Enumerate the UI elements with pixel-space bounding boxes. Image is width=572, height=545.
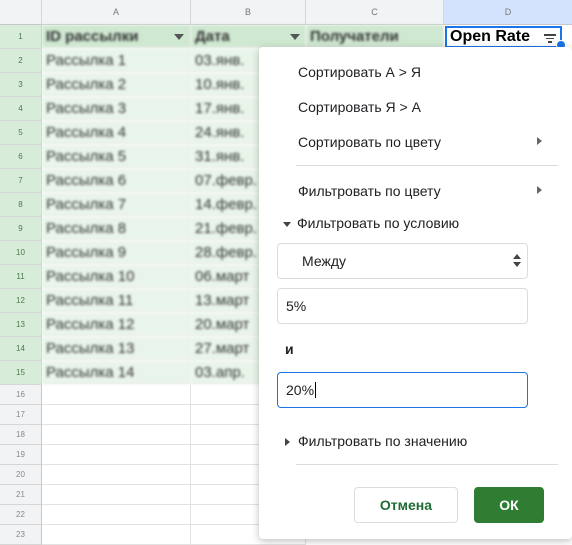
ok-button[interactable]: ОК: [474, 487, 544, 523]
column-header-c[interactable]: C: [306, 0, 444, 25]
table-cell-id[interactable]: Рассылка 5: [42, 145, 191, 168]
row-number[interactable]: 12: [0, 289, 42, 313]
row-number[interactable]: 21: [0, 485, 42, 505]
row-number[interactable]: 11: [0, 265, 42, 289]
table-cell-id[interactable]: Рассылка 10: [42, 265, 191, 288]
row-number[interactable]: 10: [0, 241, 42, 265]
row-number[interactable]: 5: [0, 121, 42, 145]
empty-cell[interactable]: [42, 445, 191, 465]
table-cell-id[interactable]: Рассылка 3: [42, 97, 191, 120]
row-number[interactable]: 22: [0, 505, 42, 525]
empty-cell[interactable]: [42, 425, 191, 445]
empty-cell[interactable]: [42, 485, 191, 505]
submenu-arrow-icon: [537, 137, 542, 145]
filter-by-color-item[interactable]: Фильтровать по цвету: [298, 183, 441, 199]
row-number[interactable]: 19: [0, 445, 42, 465]
to-value: 20%: [286, 382, 315, 398]
corner-cell[interactable]: [0, 0, 42, 25]
table-cell-id[interactable]: Рассылка 14: [42, 361, 191, 384]
table-cell-id[interactable]: Рассылка 6: [42, 169, 191, 192]
row-number[interactable]: 1: [0, 25, 42, 49]
column-header-d[interactable]: D: [444, 0, 572, 25]
condition-select[interactable]: Между: [277, 243, 528, 279]
row-number[interactable]: 6: [0, 145, 42, 169]
sort-z-a-item[interactable]: Сортировать Я > А: [298, 99, 421, 115]
from-value: 5%: [286, 298, 307, 314]
empty-cell[interactable]: [42, 385, 191, 405]
table-cell-id[interactable]: Рассылка 9: [42, 241, 191, 264]
row-number[interactable]: 7: [0, 169, 42, 193]
filter-by-values-toggle[interactable]: Фильтровать по значению: [285, 433, 467, 449]
empty-cell[interactable]: [42, 505, 191, 525]
column-header-a[interactable]: A: [42, 0, 191, 25]
empty-cell[interactable]: [42, 525, 191, 545]
expanded-triangle-icon: [283, 221, 291, 227]
header-cell-id[interactable]: ID рассылки: [42, 25, 191, 48]
header-cell-open-rate[interactable]: Open Rate: [445, 26, 562, 48]
condition-to-input[interactable]: 20%: [277, 372, 528, 408]
table-cell-id[interactable]: Рассылка 12: [42, 313, 191, 336]
table-cell-id[interactable]: Рассылка 2: [42, 73, 191, 96]
text-cursor: [315, 382, 317, 398]
open-rate-label: Open Rate: [450, 28, 531, 45]
table-cell-id[interactable]: Рассылка 11: [42, 289, 191, 312]
active-filter-icon[interactable]: [544, 34, 556, 43]
condition-from-input[interactable]: 5%: [277, 288, 528, 324]
table-cell-id[interactable]: Рассылка 7: [42, 193, 191, 216]
row-number[interactable]: 23: [0, 525, 42, 545]
table-cell-id[interactable]: Рассылка 8: [42, 217, 191, 240]
filter-by-condition-label: Фильтровать по условию: [297, 215, 460, 231]
collapsed-triangle-icon: [285, 438, 290, 447]
column-header-b[interactable]: B: [191, 0, 306, 25]
row-number[interactable]: 17: [0, 405, 42, 425]
filter-dropdown-icon[interactable]: [174, 34, 184, 40]
sort-a-z-item[interactable]: Сортировать А > Я: [298, 64, 421, 80]
condition-select-value: Между: [302, 253, 346, 269]
filter-by-condition-toggle[interactable]: Фильтровать по условию: [283, 215, 459, 231]
row-number[interactable]: 2: [0, 49, 42, 73]
header-cell-date[interactable]: Дата: [191, 25, 306, 48]
row-number[interactable]: 9: [0, 217, 42, 241]
table-cell-id[interactable]: Рассылка 4: [42, 121, 191, 144]
row-number[interactable]: 14: [0, 337, 42, 361]
divider: [296, 464, 558, 465]
row-number[interactable]: 8: [0, 193, 42, 217]
divider: [296, 165, 558, 166]
header-cell-recipients[interactable]: Получатели: [306, 25, 444, 48]
cancel-button[interactable]: Отмена: [354, 487, 458, 523]
empty-cell[interactable]: [42, 405, 191, 425]
submenu-arrow-icon: [537, 186, 542, 194]
empty-cell[interactable]: [42, 465, 191, 485]
row-number[interactable]: 18: [0, 425, 42, 445]
sort-by-color-item[interactable]: Сортировать по цвету: [298, 134, 441, 150]
row-number[interactable]: 16: [0, 385, 42, 405]
row-number[interactable]: 20: [0, 465, 42, 485]
table-cell-id[interactable]: Рассылка 1: [42, 49, 191, 72]
filter-menu: Сортировать А > Я Сортировать Я > А Сорт…: [259, 47, 572, 539]
row-number[interactable]: 3: [0, 73, 42, 97]
select-arrows-icon: [513, 254, 521, 268]
row-number[interactable]: 4: [0, 97, 42, 121]
filter-by-values-label: Фильтровать по значению: [298, 433, 468, 449]
row-number[interactable]: 13: [0, 313, 42, 337]
and-label: и: [285, 341, 294, 357]
row-number[interactable]: 15: [0, 361, 42, 385]
filter-dropdown-icon[interactable]: [290, 34, 300, 40]
table-cell-id[interactable]: Рассылка 13: [42, 337, 191, 360]
